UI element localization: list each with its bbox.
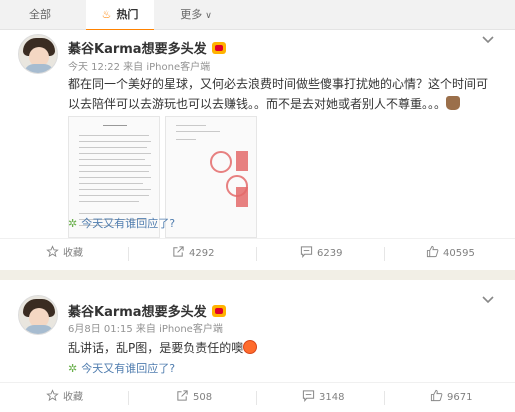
tab-more-label: 更多 <box>180 8 203 21</box>
tab-hot-label: 热门 <box>116 8 139 21</box>
feed-divider <box>0 270 515 280</box>
like-button[interactable]: 9671 <box>430 383 472 412</box>
chevron-down-icon[interactable] <box>481 32 495 46</box>
favorite-label: 收藏 <box>63 392 83 403</box>
vip-badge-icon <box>211 42 226 54</box>
post-text-content: 乱讲话，乱P图，是要负责任的噢 <box>68 341 244 355</box>
tab-all-label: 全部 <box>29 8 51 21</box>
post-actions: 收藏 508 3148 9671 <box>0 382 515 412</box>
like-count: 9671 <box>447 392 473 403</box>
emoji-icon <box>243 340 258 354</box>
post-meta: 今天 12:22 来自 iPhone客户端 <box>68 62 211 73</box>
favorite-button[interactable]: 收藏 <box>46 383 83 412</box>
like-count: 40595 <box>443 248 475 259</box>
topic-link[interactable]: ✲ 今天又有谁回应了? <box>68 360 175 376</box>
post-text: 都在同一个美好的星球，又何必去浪费时间做些傻事打扰她的心情？这个时间可以去陪伴可… <box>68 74 493 114</box>
repost-icon <box>177 390 188 401</box>
comment-button[interactable]: 6239 <box>300 239 342 269</box>
comment-icon <box>302 390 315 403</box>
post-image[interactable] <box>165 116 257 238</box>
flame-icon: ♨ <box>101 8 112 21</box>
stamp-icon <box>210 151 232 173</box>
repost-count: 4292 <box>189 248 215 259</box>
tab-all[interactable]: 全部 <box>14 0 66 30</box>
topic-text[interactable]: 今天又有谁回应了? <box>81 217 175 230</box>
chevron-down-icon[interactable] <box>481 292 495 306</box>
repost-button[interactable]: 508 <box>176 383 212 412</box>
post-card: 綦谷Karma想要多头发 今天 12:22 来自 iPhone客户端 都在同一个… <box>0 30 515 270</box>
topic-text[interactable]: 今天又有谁回应了? <box>81 362 175 375</box>
post-author[interactable]: 綦谷Karma想要多头发 <box>68 301 226 320</box>
tab-hot[interactable]: ♨ 热门 <box>86 0 154 31</box>
topic-icon: ✲ <box>68 362 78 375</box>
comment-icon <box>300 246 313 259</box>
repost-icon <box>173 246 184 257</box>
like-button[interactable]: 40595 <box>426 239 475 269</box>
favorite-label: 收藏 <box>63 248 83 259</box>
author-name[interactable]: 綦谷Karma想要多头发 <box>68 42 207 57</box>
favorite-button[interactable]: 收藏 <box>46 239 83 269</box>
star-icon <box>46 245 59 258</box>
comment-count: 6239 <box>317 248 343 259</box>
repost-button[interactable]: 4292 <box>172 239 214 269</box>
repost-count: 508 <box>193 392 213 403</box>
topic-link[interactable]: ✲ 今天又有谁回应了? <box>68 215 175 231</box>
post-text-content: 都在同一个美好的星球，又何必去浪费时间做些傻事打扰她的心情？这个时间可以去陪伴可… <box>68 77 489 111</box>
post-actions: 收藏 4292 6239 40595 <box>0 238 515 268</box>
chevron-down-icon: ∨ <box>205 11 212 21</box>
post-text: 乱讲话，乱P图，是要负责任的噢 <box>68 338 493 358</box>
avatar[interactable] <box>18 34 58 74</box>
post-author[interactable]: 綦谷Karma想要多头发 <box>68 38 226 57</box>
like-icon <box>430 389 443 402</box>
post-card: 綦谷Karma想要多头发 6月8日 01:15 来自 iPhone客户端 乱讲话… <box>0 280 515 412</box>
vip-badge-icon <box>211 305 226 317</box>
tab-more[interactable]: 更多 ∨ <box>170 0 222 30</box>
author-name[interactable]: 綦谷Karma想要多头发 <box>68 305 207 320</box>
comment-button[interactable]: 3148 <box>302 383 344 412</box>
post-meta: 6月8日 01:15 来自 iPhone客户端 <box>68 324 223 335</box>
topic-icon: ✲ <box>68 217 78 230</box>
avatar[interactable] <box>18 295 58 335</box>
comment-count: 3148 <box>319 392 345 403</box>
emoji-icon <box>446 96 461 110</box>
like-icon <box>426 245 439 258</box>
star-icon <box>46 389 59 402</box>
feed-tabs: 全部 ♨ 热门 更多 ∨ <box>0 0 515 31</box>
